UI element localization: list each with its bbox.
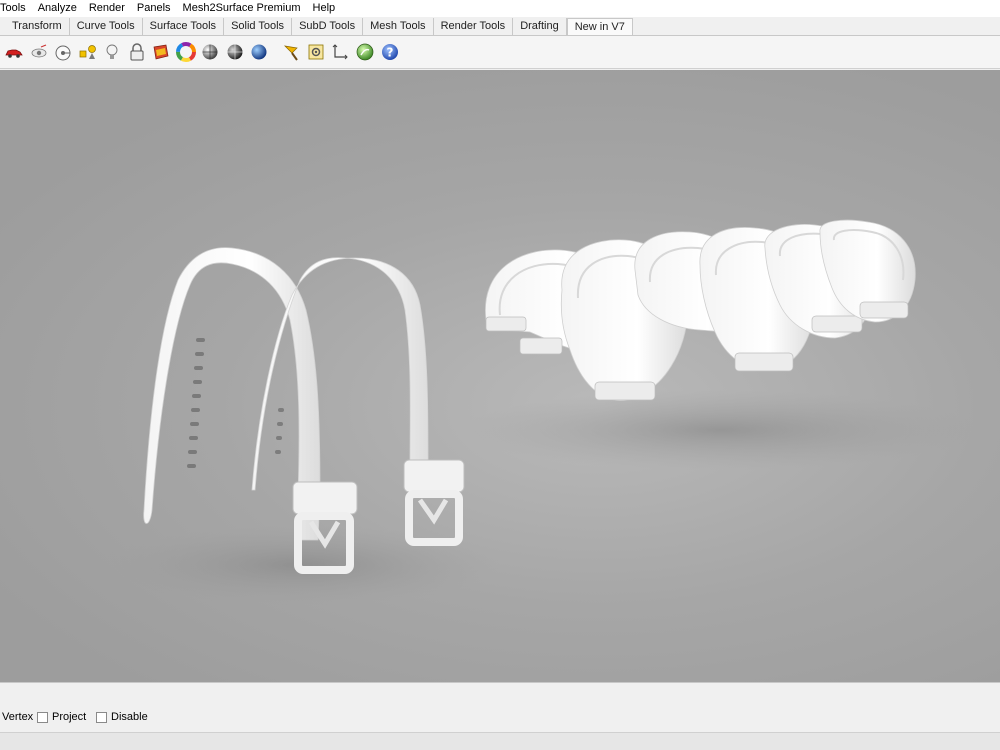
- rendered-scene: [100, 219, 980, 605]
- brush-icon[interactable]: [280, 40, 304, 64]
- render-toolbar: ?: [0, 36, 1000, 69]
- globe-icon[interactable]: [353, 40, 377, 64]
- tab-solid-tools[interactable]: Solid Tools: [224, 18, 293, 35]
- car-render-icon[interactable]: [2, 40, 26, 64]
- menu-mesh2surface[interactable]: Mesh2Surface Premium: [177, 0, 307, 17]
- toolbar-tab-strip: Transform Curve Tools Surface Tools Soli…: [0, 17, 1000, 36]
- menu-panels[interactable]: Panels: [131, 0, 177, 17]
- osnap-vertex[interactable]: Vertex: [2, 709, 33, 725]
- gray-sphere-icon[interactable]: [198, 40, 222, 64]
- tab-surface-tools[interactable]: Surface Tools: [142, 18, 225, 35]
- shapes-icon[interactable]: [76, 40, 100, 64]
- tab-drafting[interactable]: Drafting: [513, 18, 567, 35]
- open-strap-left: [143, 247, 358, 574]
- osnap-bar: Vertex Project Disable: [0, 682, 1000, 732]
- color-wheel-icon[interactable]: [174, 40, 198, 64]
- 3d-viewport[interactable]: [0, 70, 1000, 682]
- osnap-project[interactable]: Project: [37, 709, 86, 725]
- osnap-vertex-label: Vertex: [2, 711, 34, 723]
- menu-render[interactable]: Render: [83, 0, 131, 17]
- status-bar: [0, 732, 1000, 750]
- materials-icon[interactable]: [149, 40, 173, 64]
- lock-icon[interactable]: [125, 40, 149, 64]
- light-bulb-icon[interactable]: [100, 40, 124, 64]
- blue-sphere-icon[interactable]: [247, 40, 271, 64]
- tab-render-tools[interactable]: Render Tools: [433, 18, 514, 35]
- osnap-disable[interactable]: Disable: [96, 709, 148, 725]
- help-icon[interactable]: ?: [378, 40, 402, 64]
- osnap-disable-label: Disable: [111, 711, 148, 723]
- project-checkbox[interactable]: [37, 711, 48, 723]
- disable-checkbox[interactable]: [96, 711, 107, 723]
- menu-help[interactable]: Help: [307, 0, 342, 17]
- tab-subd-tools[interactable]: SubD Tools: [292, 18, 364, 35]
- menu-analyze[interactable]: Analyze: [32, 0, 83, 17]
- circle-target-icon[interactable]: [51, 40, 75, 64]
- tab-mesh-tools[interactable]: Mesh Tools: [363, 18, 434, 35]
- menu-tools[interactable]: Tools: [0, 0, 32, 17]
- dark-sphere-icon[interactable]: [223, 40, 247, 64]
- tab-curve-tools[interactable]: Curve Tools: [69, 18, 143, 35]
- dimension-icon[interactable]: [329, 40, 353, 64]
- settings-grid-icon[interactable]: [304, 40, 328, 64]
- tab-transform[interactable]: Transform: [5, 18, 70, 35]
- tab-new-in-v7[interactable]: New in V7: [566, 18, 633, 35]
- bands-shadow: [460, 390, 980, 470]
- eye-view-icon[interactable]: [27, 40, 51, 64]
- svg-text:?: ?: [386, 46, 393, 60]
- osnap-project-label: Project: [52, 711, 87, 723]
- menu-bar: Tools Analyze Render Panels Mesh2Surface…: [0, 0, 1000, 17]
